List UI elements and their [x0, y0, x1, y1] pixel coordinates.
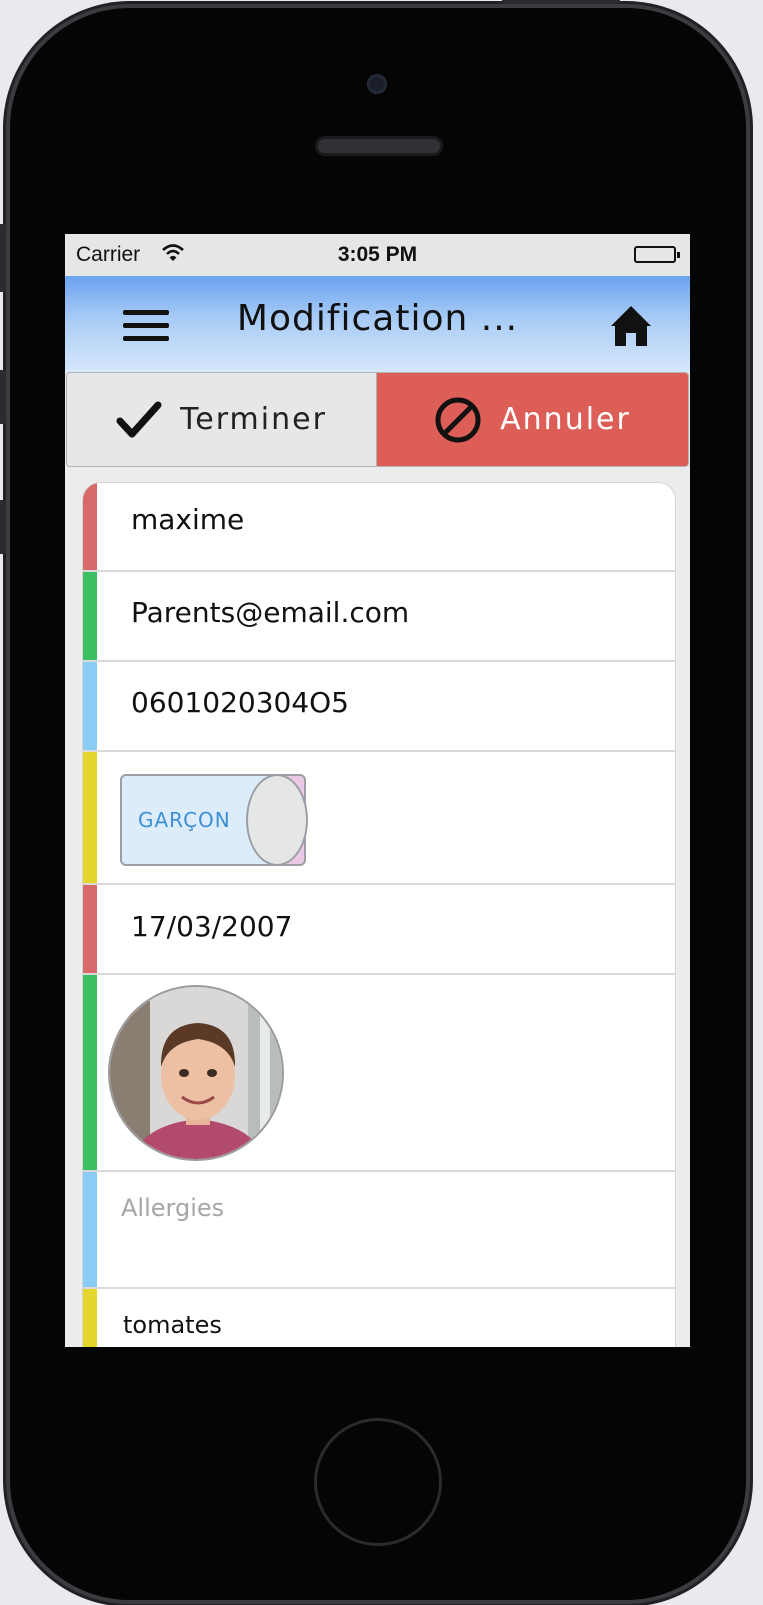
name-field[interactable]: maxime [131, 503, 244, 536]
email-field[interactable]: Parents@email.com [131, 596, 409, 629]
note-row[interactable]: tomates [83, 1289, 675, 1347]
volume-up-button [0, 370, 6, 424]
checkmark-icon [116, 401, 162, 437]
gender-row: GARÇON [83, 752, 675, 885]
prohibited-icon [435, 397, 481, 442]
note-field[interactable]: tomates [123, 1311, 222, 1339]
finish-button[interactable]: Terminer [66, 372, 377, 467]
child-photo [110, 987, 282, 1159]
profile-form: maxime Parents@email.com 0601020304O5 GA… [82, 482, 676, 1347]
color-strip [83, 572, 97, 660]
phone-frame: Carrier 3:05 PM Modification ... Termine… [0, 0, 746, 1600]
finish-button-label: Terminer [180, 402, 327, 437]
avatar[interactable] [108, 985, 284, 1161]
gender-toggle[interactable]: GARÇON [120, 774, 308, 866]
power-button [502, 0, 620, 4]
home-button[interactable] [314, 1418, 442, 1546]
toggle-knob[interactable] [246, 774, 308, 866]
status-bar: Carrier 3:05 PM [65, 234, 690, 276]
birthdate-field[interactable]: 17/03/2007 [131, 910, 292, 943]
color-strip [83, 885, 97, 973]
page-title: Modification ... [236, 298, 519, 339]
cancel-button-label: Annuler [500, 402, 631, 437]
mute-switch [0, 224, 6, 292]
color-strip [83, 1172, 97, 1287]
phone-field[interactable]: 0601020304O5 [131, 686, 349, 719]
color-strip [83, 975, 97, 1170]
app-screen: Carrier 3:05 PM Modification ... Termine… [65, 234, 690, 1347]
allergies-row[interactable]: Allergies [83, 1172, 675, 1289]
email-row[interactable]: Parents@email.com [83, 572, 675, 662]
photo-row [83, 975, 675, 1172]
volume-down-button [0, 500, 6, 554]
battery-icon [634, 246, 680, 263]
color-strip [83, 483, 97, 570]
action-bar: Terminer Annuler [65, 372, 690, 469]
name-row[interactable]: maxime [83, 483, 675, 572]
navigation-bar: Modification ... [65, 276, 690, 372]
color-strip [83, 1289, 97, 1347]
home-icon[interactable] [608, 302, 654, 348]
color-strip [83, 752, 97, 883]
hamburger-icon[interactable] [123, 310, 169, 344]
birthdate-row[interactable]: 17/03/2007 [83, 885, 675, 975]
allergies-placeholder[interactable]: Allergies [121, 1194, 224, 1222]
phone-row[interactable]: 0601020304O5 [83, 662, 675, 752]
cancel-button[interactable]: Annuler [376, 372, 689, 467]
gender-label: GARÇON [138, 808, 231, 832]
front-camera [367, 74, 387, 94]
color-strip [83, 662, 97, 750]
status-time: 3:05 PM [337, 243, 418, 266]
earpiece-speaker [315, 136, 443, 156]
